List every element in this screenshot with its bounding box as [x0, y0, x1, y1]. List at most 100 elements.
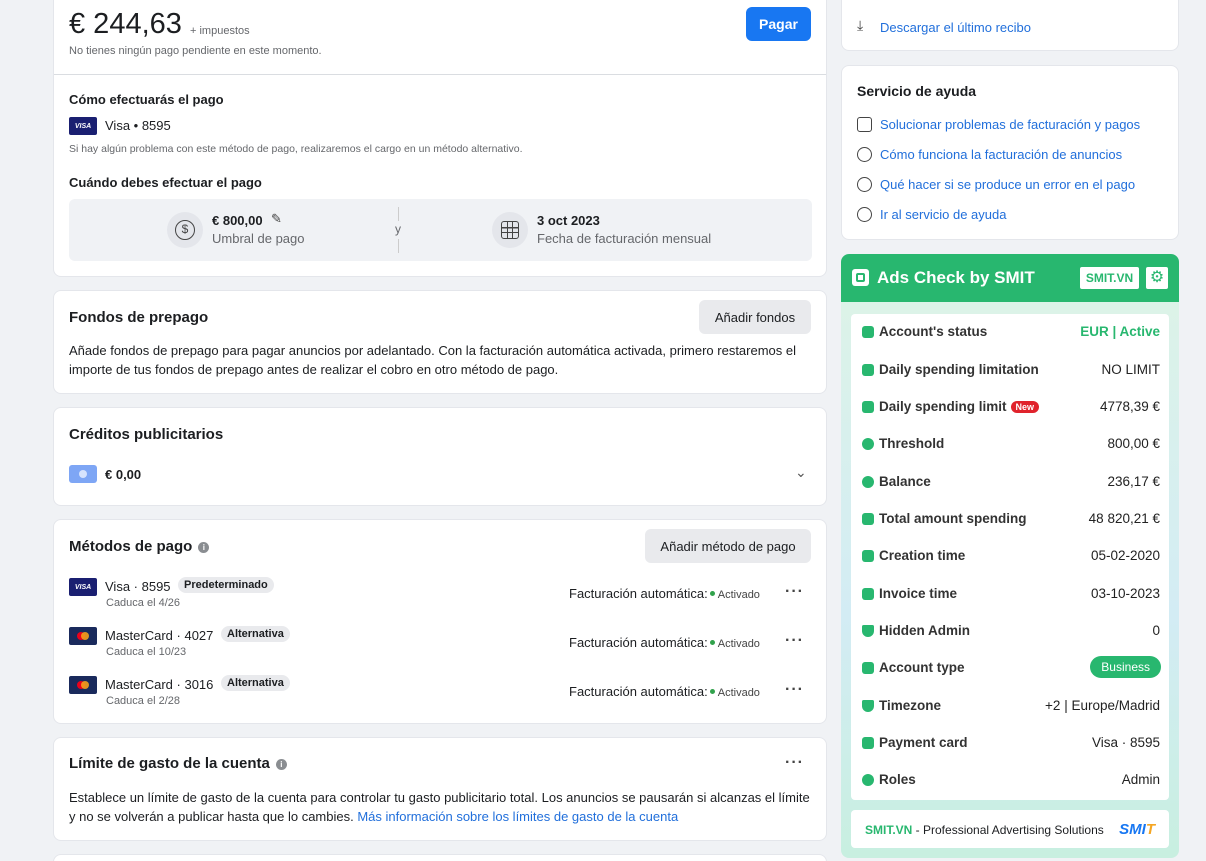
- credit-coupon-icon: [69, 465, 97, 483]
- alternative-badge: Alternativa: [221, 626, 290, 642]
- row-total-spending: Total amount spending 48 820,21 €: [851, 507, 1169, 533]
- and-label: y: [395, 222, 401, 236]
- vertical-divider-top: [398, 207, 399, 221]
- piggy-bank-icon: [862, 401, 874, 413]
- threshold-box: $ € 800,00 ✎ Umbral de pago y 3 oct 2023…: [69, 199, 812, 261]
- info-icon: i: [275, 758, 287, 770]
- add-payment-method-button[interactable]: Añadir método de pago: [645, 529, 811, 563]
- row-daily-limit: Daily spending limit New 4778,39 €: [851, 395, 1169, 421]
- auto-billing-label: Facturación automática: Activado: [569, 635, 760, 650]
- divider: [54, 74, 826, 75]
- download-receipt-link[interactable]: Descargar el último recibo: [880, 20, 1031, 35]
- mastercard-icon: [69, 627, 97, 645]
- business-badge: Business: [1090, 656, 1161, 678]
- pay-button[interactable]: Pagar: [746, 7, 811, 41]
- gear-icon[interactable]: ⚙: [1146, 267, 1168, 289]
- footer-text: SMIT.VN - Professional Advertising Solut…: [865, 823, 1104, 837]
- method-name: Visa · 8595: [105, 579, 171, 594]
- dollar-icon: $: [167, 212, 203, 248]
- visa-card-icon: VISA: [69, 117, 97, 135]
- card-icon: [862, 364, 874, 376]
- chart-icon: [862, 326, 874, 338]
- row-payment-card: Payment card Visa · 8595: [851, 731, 1169, 757]
- info-icon: i: [198, 541, 210, 553]
- dollar-icon: [862, 476, 874, 488]
- receipt-card: ⤓ Descargar el último recibo: [841, 0, 1179, 51]
- wrench-icon: [857, 117, 872, 132]
- more-options-icon[interactable]: ···: [785, 632, 804, 650]
- limit-learn-more-link[interactable]: Más información sobre los límites de gas…: [357, 809, 678, 824]
- billing-date-label: Fecha de facturación mensual: [537, 231, 712, 246]
- download-icon: ⤓: [857, 17, 864, 33]
- row-timezone: Timezone +2 | Europe/Madrid: [851, 694, 1169, 720]
- threshold-icon: [862, 438, 874, 450]
- tax-note: + impuestos: [190, 25, 250, 37]
- ad-credits-card: Créditos publicitarios € 0,00 ⌄: [53, 407, 827, 506]
- how-pay-title: Cómo efectuarás el pago: [69, 92, 224, 107]
- method-expiry: Caduca el 10/23: [106, 646, 187, 658]
- question-icon: [857, 207, 872, 222]
- shield-icon: [862, 700, 874, 712]
- shield-icon: [862, 625, 874, 637]
- smit-logo: SMIT: [1119, 821, 1155, 838]
- new-badge: New: [1010, 401, 1040, 413]
- more-options-icon[interactable]: ···: [785, 681, 804, 699]
- limit-title: Límite de gasto de la cuenta i: [69, 755, 287, 772]
- help-center-card: Servicio de ayuda Solucionar problemas d…: [841, 65, 1179, 240]
- ads-check-panel: Ads Check by SMIT SMIT.VN ⚙ Account's st…: [841, 254, 1179, 858]
- threshold-label: Umbral de pago: [212, 231, 305, 246]
- row-threshold: Threshold 800,00 €: [851, 432, 1169, 458]
- row-account-type: Account type Business: [851, 656, 1169, 682]
- card-icon: [862, 737, 874, 749]
- auto-billing-label: Facturación automática: Activado: [569, 586, 760, 601]
- row-daily-limitation: Daily spending limitation NO LIMIT: [851, 358, 1169, 384]
- limit-description: Establece un límite de gasto de la cuent…: [69, 790, 810, 824]
- vertical-divider-bottom: [398, 239, 399, 253]
- calendar-icon: [862, 550, 874, 562]
- prepay-funds-card: Fondos de prepago Añadir fondos Añade fo…: [53, 290, 827, 394]
- account-info-list: Account's status EUR | Active Daily spend…: [851, 314, 1169, 800]
- edit-pencil-icon[interactable]: ✎: [271, 211, 282, 227]
- row-account-status: Account's status EUR | Active: [851, 320, 1169, 346]
- ads-check-title: Ads Check by SMIT: [877, 268, 1035, 287]
- spending-limit-card: Límite de gasto de la cuenta i ··· Establ…: [53, 737, 827, 841]
- chevron-down-icon[interactable]: ⌄: [795, 464, 807, 481]
- payment-summary-card: € 244,63 + impuestos No tienes ningún pa…: [53, 0, 827, 277]
- credits-amount: € 0,00: [105, 467, 142, 482]
- prepay-title: Fondos de prepago: [69, 309, 209, 326]
- prepay-description: Añade fondos de prepago para pagar anunc…: [69, 343, 797, 377]
- billing-date: 3 oct 2023: [537, 213, 600, 228]
- balance-amount: € 244,63: [69, 8, 182, 40]
- more-options-icon[interactable]: ···: [785, 754, 804, 772]
- coins-icon: [857, 147, 872, 162]
- method-name: MasterCard · 3016: [105, 677, 214, 692]
- row-creation-time: Creation time 05-02-2020: [851, 544, 1169, 570]
- wallet-icon: [862, 513, 874, 525]
- auto-billing-label: Facturación automática: Activado: [569, 684, 760, 699]
- card-label: Visa • 8595: [105, 118, 171, 133]
- users-gear-icon: [862, 774, 874, 786]
- ads-check-logo-icon: [852, 269, 869, 286]
- next-card-partial: [53, 854, 827, 861]
- smit-footer: SMIT.VN - Professional Advertising Solut…: [851, 810, 1169, 848]
- user-card-icon: [862, 662, 874, 674]
- method-name: MasterCard · 4027: [105, 628, 214, 643]
- method-expiry: Caduca el 2/28: [106, 695, 180, 707]
- credits-title: Créditos publicitarios: [69, 426, 224, 443]
- row-hidden-admin: Hidden Admin 0: [851, 619, 1169, 645]
- payment-methods-card: Métodos de pago i Añadir método de pago V…: [53, 519, 827, 724]
- row-roles: Roles Admin: [851, 768, 1169, 794]
- smit-badge[interactable]: SMIT.VN: [1080, 267, 1139, 289]
- visa-card-icon: VISA: [69, 578, 97, 596]
- threshold-value: € 800,00: [212, 213, 263, 228]
- methods-title: Métodos de pago i: [69, 538, 210, 555]
- default-badge: Predeterminado: [178, 577, 274, 593]
- row-balance: Balance 236,17 €: [851, 470, 1169, 496]
- invoice-icon: [862, 588, 874, 600]
- more-options-icon[interactable]: ···: [785, 583, 804, 601]
- add-funds-button[interactable]: Añadir fondos: [699, 300, 811, 334]
- method-expiry: Caduca el 4/26: [106, 597, 180, 609]
- alternative-badge: Alternativa: [221, 675, 290, 691]
- calendar-icon: [492, 212, 528, 248]
- no-pending-text: No tienes ningún pago pendiente en este …: [69, 45, 322, 57]
